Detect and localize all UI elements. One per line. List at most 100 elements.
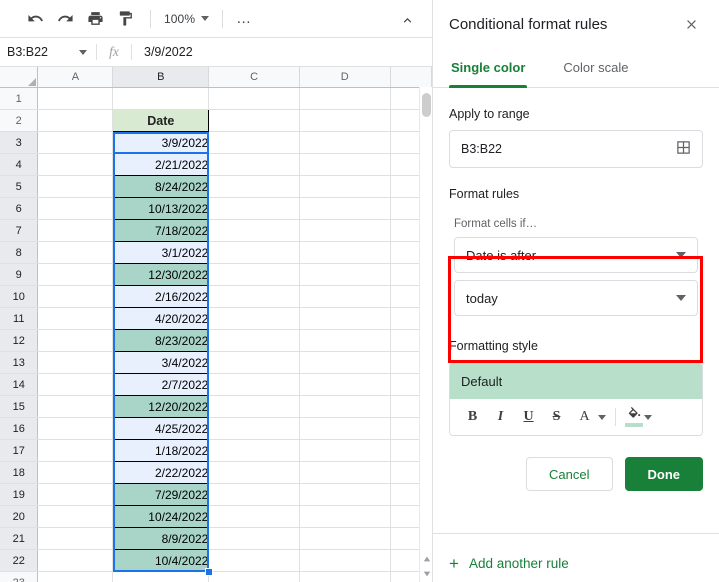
cell-A3[interactable] bbox=[37, 131, 114, 154]
cell-A20[interactable] bbox=[37, 505, 114, 528]
row-header-23[interactable]: 23 bbox=[0, 571, 39, 582]
cell-C12[interactable] bbox=[208, 329, 300, 352]
bold-button[interactable]: B bbox=[460, 405, 485, 430]
cell-C18[interactable] bbox=[208, 461, 300, 484]
fill-color-button[interactable] bbox=[625, 407, 652, 427]
condition-type-select[interactable]: Date is after bbox=[454, 237, 698, 273]
cell-D5[interactable] bbox=[299, 175, 391, 198]
close-icon[interactable] bbox=[679, 12, 703, 36]
row-header-18[interactable]: 18 bbox=[0, 461, 39, 484]
cell-C1[interactable] bbox=[208, 87, 300, 110]
select-all-corner[interactable] bbox=[0, 67, 39, 88]
text-color-button[interactable]: A bbox=[572, 405, 606, 430]
undo-icon[interactable] bbox=[22, 6, 48, 32]
cell-C5[interactable] bbox=[208, 175, 300, 198]
cell-B10[interactable]: 2/16/2022 bbox=[112, 285, 210, 308]
done-button[interactable]: Done bbox=[624, 457, 703, 491]
cell-B7[interactable]: 7/18/2022 bbox=[112, 219, 210, 242]
cell-B23[interactable] bbox=[112, 571, 210, 582]
cell-A15[interactable] bbox=[37, 395, 114, 418]
cell-B16[interactable]: 4/25/2022 bbox=[112, 417, 210, 440]
print-icon[interactable] bbox=[82, 6, 108, 32]
cell-A4[interactable] bbox=[37, 153, 114, 176]
cell-B2[interactable]: Date bbox=[112, 109, 210, 132]
cell-D13[interactable] bbox=[299, 351, 391, 374]
cell-C3[interactable] bbox=[208, 131, 300, 154]
row-header-11[interactable]: 11 bbox=[0, 307, 39, 330]
cell-D23[interactable] bbox=[299, 571, 391, 582]
chevron-up-icon[interactable] bbox=[396, 9, 418, 31]
cell-B12[interactable]: 8/23/2022 bbox=[112, 329, 210, 352]
cell-C10[interactable] bbox=[208, 285, 300, 308]
strikethrough-button[interactable]: S bbox=[544, 405, 569, 430]
cell-D7[interactable] bbox=[299, 219, 391, 242]
row-header-16[interactable]: 16 bbox=[0, 417, 39, 440]
cell-C2[interactable] bbox=[208, 109, 300, 132]
cell-A9[interactable] bbox=[37, 263, 114, 286]
formatting-style-preview[interactable]: Default bbox=[450, 363, 702, 399]
cell-C7[interactable] bbox=[208, 219, 300, 242]
cell-B15[interactable]: 12/20/2022 bbox=[112, 395, 210, 418]
cell-C11[interactable] bbox=[208, 307, 300, 330]
cell-A7[interactable] bbox=[37, 219, 114, 242]
cell-C4[interactable] bbox=[208, 153, 300, 176]
row-header-12[interactable]: 12 bbox=[0, 329, 39, 352]
cell-B11[interactable]: 4/20/2022 bbox=[112, 307, 210, 330]
cell-A22[interactable] bbox=[37, 549, 114, 572]
row-header-20[interactable]: 20 bbox=[0, 505, 39, 528]
row-header-21[interactable]: 21 bbox=[0, 527, 39, 550]
cell-C13[interactable] bbox=[208, 351, 300, 374]
cell-B6[interactable]: 10/13/2022 bbox=[112, 197, 210, 220]
sheet-grid[interactable]: A B C D 1 2 Date 3 3/9/2022 4 2/21/2022 5 8/24/2… bbox=[0, 67, 432, 582]
cell-D17[interactable] bbox=[299, 439, 391, 462]
italic-button[interactable]: I bbox=[488, 405, 513, 430]
cell-D15[interactable] bbox=[299, 395, 391, 418]
cell-C14[interactable] bbox=[208, 373, 300, 396]
row-header-5[interactable]: 5 bbox=[0, 175, 39, 198]
row-header-4[interactable]: 4 bbox=[0, 153, 39, 176]
condition-date-select[interactable]: today bbox=[454, 280, 698, 316]
cell-B5[interactable]: 8/24/2022 bbox=[112, 175, 210, 198]
row-header-22[interactable]: 22 bbox=[0, 549, 39, 572]
column-header-b[interactable]: B bbox=[112, 67, 210, 88]
cell-D22[interactable] bbox=[299, 549, 391, 572]
cell-A2[interactable] bbox=[37, 109, 114, 132]
cell-B18[interactable]: 2/22/2022 bbox=[112, 461, 210, 484]
row-header-7[interactable]: 7 bbox=[0, 219, 39, 242]
cell-B9[interactable]: 12/30/2022 bbox=[112, 263, 210, 286]
row-header-2[interactable]: 2 bbox=[0, 109, 39, 132]
cell-A1[interactable] bbox=[37, 87, 114, 110]
cell-B1[interactable] bbox=[112, 87, 210, 110]
cell-D21[interactable] bbox=[299, 527, 391, 550]
cell-C20[interactable] bbox=[208, 505, 300, 528]
cell-C17[interactable] bbox=[208, 439, 300, 462]
cell-C9[interactable] bbox=[208, 263, 300, 286]
cell-D19[interactable] bbox=[299, 483, 391, 506]
cell-D11[interactable] bbox=[299, 307, 391, 330]
cell-D8[interactable] bbox=[299, 241, 391, 264]
column-header-d[interactable]: D bbox=[299, 67, 391, 88]
paint-format-icon[interactable] bbox=[112, 6, 138, 32]
cell-A16[interactable] bbox=[37, 417, 114, 440]
cell-A17[interactable] bbox=[37, 439, 114, 462]
cell-B20[interactable]: 10/24/2022 bbox=[112, 505, 210, 528]
cell-C19[interactable] bbox=[208, 483, 300, 506]
cell-C6[interactable] bbox=[208, 197, 300, 220]
row-header-17[interactable]: 17 bbox=[0, 439, 39, 462]
underline-button[interactable]: U bbox=[516, 405, 541, 430]
cell-C21[interactable] bbox=[208, 527, 300, 550]
grid-picker-icon[interactable] bbox=[676, 140, 691, 158]
row-header-19[interactable]: 19 bbox=[0, 483, 39, 506]
cell-B3[interactable]: 3/9/2022 bbox=[112, 131, 210, 154]
row-header-6[interactable]: 6 bbox=[0, 197, 39, 220]
tab-color-scale[interactable]: Color scale bbox=[561, 48, 630, 87]
cell-D1[interactable] bbox=[299, 87, 391, 110]
row-header-3[interactable]: 3 bbox=[0, 131, 39, 154]
cell-D9[interactable] bbox=[299, 263, 391, 286]
cell-A18[interactable] bbox=[37, 461, 114, 484]
cell-D6[interactable] bbox=[299, 197, 391, 220]
sheet-vertical-scrollbar[interactable] bbox=[419, 87, 432, 582]
scroll-down-arrow-icon[interactable] bbox=[420, 567, 432, 581]
cell-B19[interactable]: 7/29/2022 bbox=[112, 483, 210, 506]
row-header-8[interactable]: 8 bbox=[0, 241, 39, 264]
